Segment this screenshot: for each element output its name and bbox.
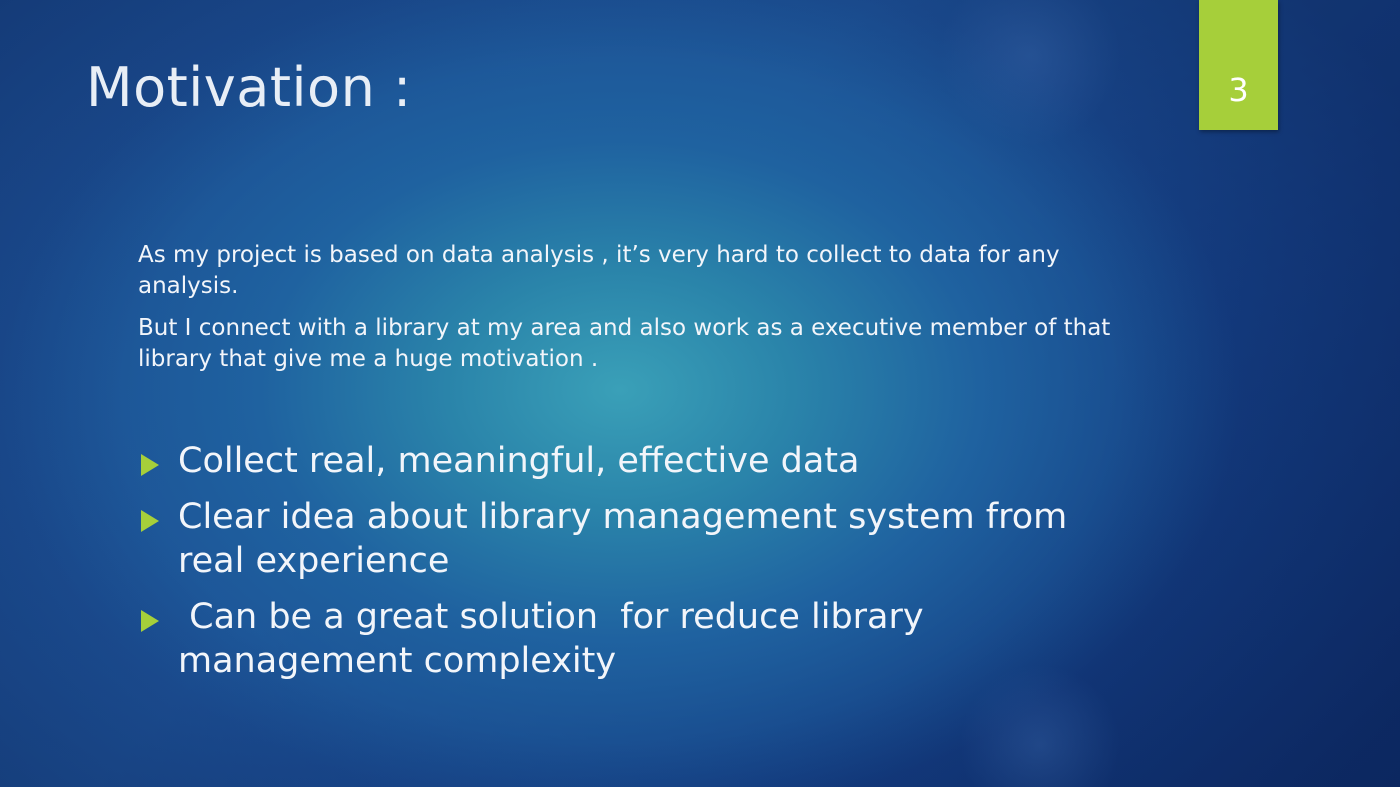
page-number: 3 xyxy=(1228,71,1249,109)
bullet-item: Can be a great solution for reduce libra… xyxy=(138,596,1138,683)
right-triangle-icon xyxy=(141,610,159,633)
body-text: As my project is based on data analysis … xyxy=(138,240,1128,385)
slide: Motivation : 3 As my project is based on… xyxy=(0,0,1400,787)
bullet-text: Can be a great solution for reduce libra… xyxy=(178,597,935,681)
bullet-list: Collect real, meaningful, effective data… xyxy=(138,440,1138,696)
bullet-text: Collect real, meaningful, effective data xyxy=(178,441,860,481)
right-triangle-icon xyxy=(141,510,159,533)
bullet-item: Collect real, meaningful, effective data xyxy=(138,440,1138,483)
bullet-text: Clear idea about library management syst… xyxy=(178,497,1068,581)
bullet-item: Clear idea about library management syst… xyxy=(138,496,1138,583)
slide-title: Motivation : xyxy=(86,56,412,119)
right-triangle-icon xyxy=(141,454,159,476)
page-number-tab: 3 xyxy=(1199,0,1278,130)
paragraph: As my project is based on data analysis … xyxy=(138,242,1060,300)
paragraph: But I connect with a library at my area … xyxy=(138,314,1111,372)
